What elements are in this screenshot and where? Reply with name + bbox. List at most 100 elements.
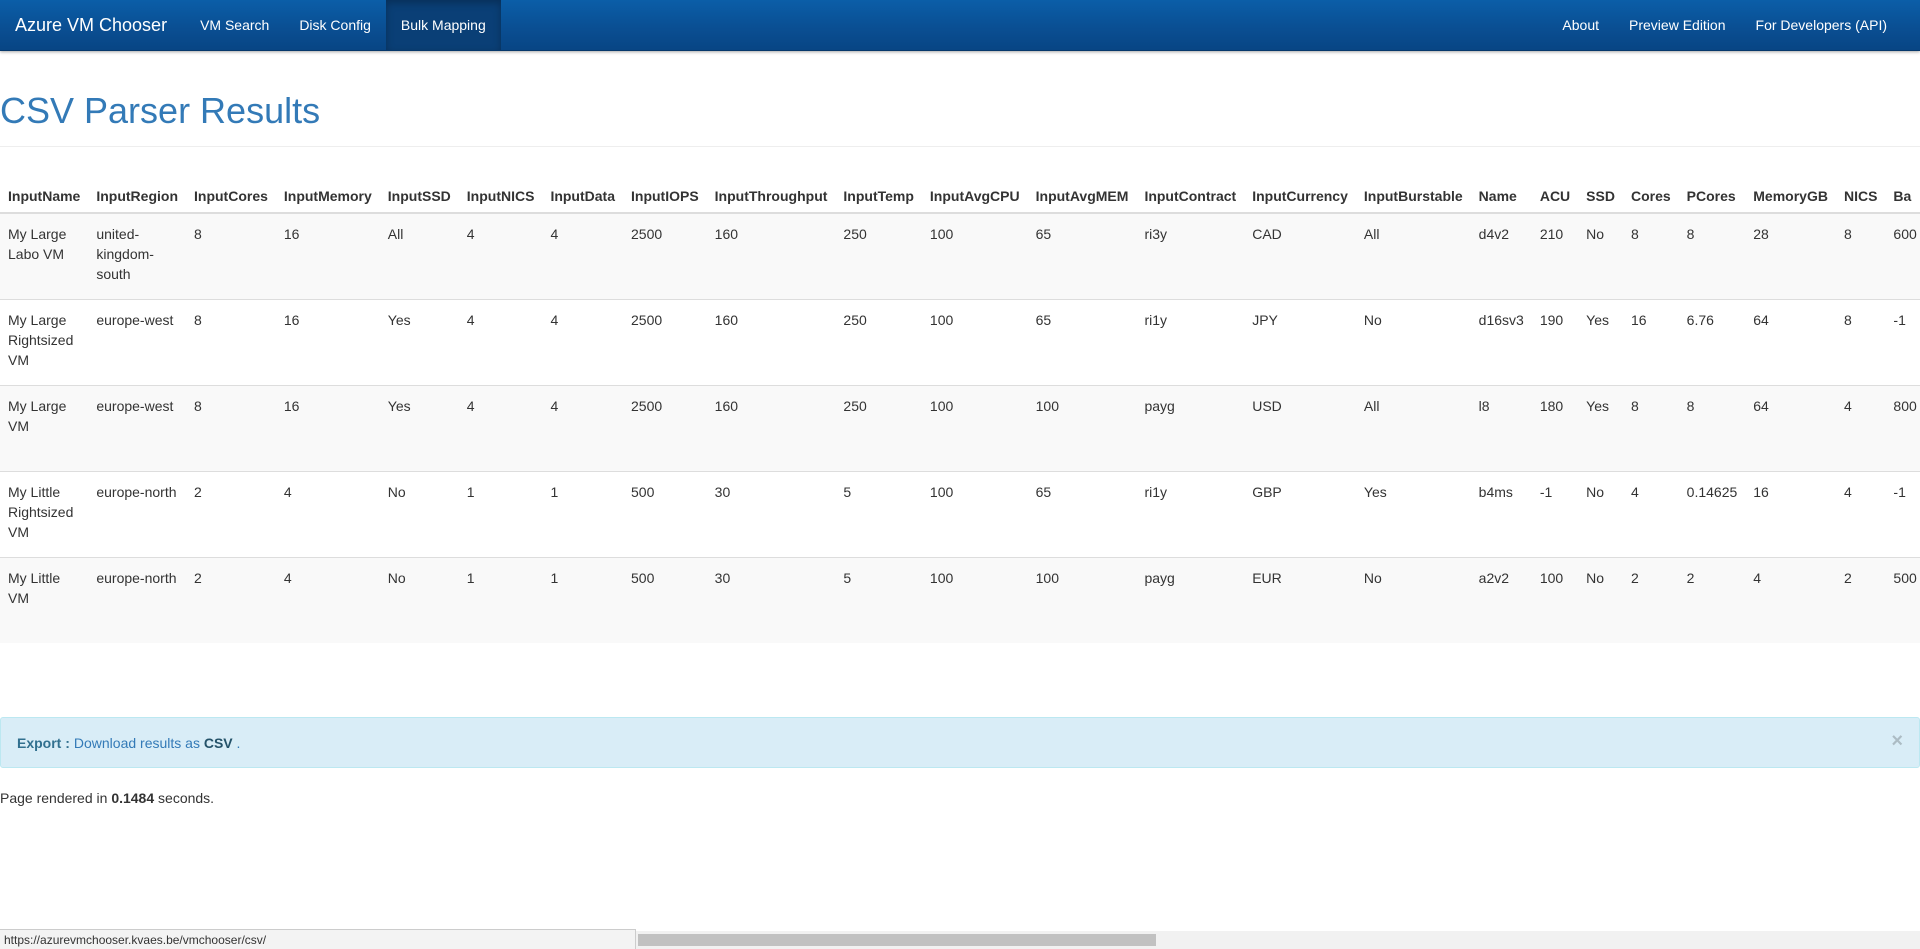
results-table-container: InputName InputRegion InputCores InputMemor… <box>0 175 1920 643</box>
horizontal-scrollbar-thumb[interactable] <box>638 934 1156 946</box>
export-label: Export : <box>17 734 70 751</box>
column-header-inputregion: InputRegion <box>88 175 186 214</box>
table-cell-inputthroughput: 160 <box>706 384 836 471</box>
table-cell-pcores: 8 <box>1678 384 1746 471</box>
table-cell-inputiops: 500 <box>623 556 707 643</box>
table-cell-nics: 4 <box>1835 470 1886 557</box>
nav-item-bulk-mapping[interactable]: Bulk Mapping <box>385 0 501 50</box>
table-cell-nics: 2 <box>1835 556 1886 643</box>
download-link-trailing: . <box>236 734 241 751</box>
table-cell-ba: 800 <box>1885 384 1920 471</box>
table-cell-ssd: Yes <box>1578 298 1623 385</box>
table-cell-ba: 600 <box>1885 212 1920 299</box>
table-cell-ssd: No <box>1578 556 1623 643</box>
nav-left: VM Search Disk Config Bulk Mapping <box>185 0 501 50</box>
table-cell-ssd: Yes <box>1578 384 1623 471</box>
table-cell-inputregion: europe-north <box>88 470 186 557</box>
close-icon[interactable]: × <box>1891 731 1903 751</box>
nav-item-vm-search[interactable]: VM Search <box>185 0 284 50</box>
column-header-inputcurrency: InputCurrency <box>1244 175 1356 214</box>
table-cell-inputavgmem: 100 <box>1027 556 1137 643</box>
table-cell-inputdata: 1 <box>542 470 623 557</box>
table-cell-name: b4ms <box>1470 470 1532 557</box>
table-cell-inputburstable: No <box>1355 298 1471 385</box>
table-row: My Little Rightsized VM europe-north 2 4 No 1… <box>0 470 1920 557</box>
table-cell-inputcores: 2 <box>186 470 276 557</box>
table-cell-inputcontract: payg <box>1136 556 1245 643</box>
table-cell-inputburstable: No <box>1355 556 1471 643</box>
table-cell-pcores: 0.14625 <box>1678 470 1746 557</box>
table-cell-name: l8 <box>1470 384 1532 471</box>
column-header-inputssd: InputSSD <box>379 175 459 214</box>
table-cell-inputcores: 8 <box>186 298 276 385</box>
table-cell-inputmemory: 16 <box>275 298 380 385</box>
table-cell-cores: 4 <box>1622 470 1679 557</box>
table-cell-name: d4v2 <box>1470 212 1532 299</box>
table-cell-inputavgmem: 100 <box>1027 384 1137 471</box>
table-cell-inputavgcpu: 100 <box>921 384 1028 471</box>
nav-item-preview-edition[interactable]: Preview Edition <box>1614 0 1741 50</box>
table-cell-cores: 16 <box>1622 298 1679 385</box>
nav-item-for-developers[interactable]: For Developers (API) <box>1741 0 1902 50</box>
table-cell-inputregion: europe-north <box>88 556 186 643</box>
table-cell-memorygb: 16 <box>1745 470 1836 557</box>
results-table: InputName InputRegion InputCores InputMemor… <box>0 175 1920 643</box>
table-cell-acu: 190 <box>1531 298 1579 385</box>
table-cell-name: a2v2 <box>1470 556 1532 643</box>
table-row: My Little VM europe-north 2 4 No 1 1 500 30 5 100 1… <box>0 556 1920 643</box>
table-cell-inputdata: 4 <box>542 212 623 299</box>
brand-link[interactable]: Azure VM Chooser <box>0 0 185 50</box>
table-cell-acu: -1 <box>1531 470 1579 557</box>
status-bar-url: https://azurevmchooser.kvaes.be/vmchoose… <box>0 929 636 949</box>
download-csv-link[interactable]: Download results as CSV . <box>74 735 241 751</box>
top-navbar: Azure VM Chooser VM Search Disk Config B… <box>0 0 1920 51</box>
column-header-name: Name <box>1470 175 1532 214</box>
nav-item-about[interactable]: About <box>1547 0 1614 50</box>
table-cell-inputthroughput: 160 <box>706 212 836 299</box>
table-cell-acu: 100 <box>1531 556 1579 643</box>
table-cell-inputname: My Large VM <box>0 384 89 471</box>
column-header-memorygb: MemoryGB <box>1745 175 1836 214</box>
table-cell-inputiops: 2500 <box>623 298 707 385</box>
table-cell-inputiops: 500 <box>623 470 707 557</box>
table-cell-inputcontract: ri1y <box>1136 298 1245 385</box>
column-header-cores: Cores <box>1622 175 1679 214</box>
table-cell-inputssd: Yes <box>379 384 459 471</box>
table-cell-acu: 210 <box>1531 212 1579 299</box>
table-cell-inputcores: 8 <box>186 212 276 299</box>
column-header-inputavgmem: InputAvgMEM <box>1027 175 1137 214</box>
table-cell-acu: 180 <box>1531 384 1579 471</box>
table-cell-nics: 4 <box>1835 384 1886 471</box>
table-cell-inputnics: 4 <box>458 298 543 385</box>
table-cell-inputcores: 8 <box>186 384 276 471</box>
table-cell-ssd: No <box>1578 470 1623 557</box>
table-cell-pcores: 8 <box>1678 212 1746 299</box>
column-header-inputthroughput: InputThroughput <box>706 175 836 214</box>
table-cell-inputthroughput: 30 <box>706 556 836 643</box>
render-time-suffix: seconds. <box>158 790 215 806</box>
table-header-row: InputName InputRegion InputCores InputMemor… <box>0 175 1920 214</box>
table-cell-inputcores: 2 <box>186 556 276 643</box>
table-cell-name: d16sv3 <box>1470 298 1532 385</box>
nav-item-disk-config[interactable]: Disk Config <box>284 0 386 50</box>
table-cell-inputmemory: 16 <box>275 212 380 299</box>
table-body: My Large Labo VM united-kingdom-south 8 16 A… <box>0 212 1920 643</box>
table-cell-inputtemp: 250 <box>835 384 922 471</box>
render-time-text: Page rendered in 0.1484 seconds. <box>0 790 214 806</box>
table-cell-inputmemory: 4 <box>275 556 380 643</box>
table-cell-inputname: My Little VM <box>0 556 89 643</box>
render-time-prefix: Page rendered in <box>0 790 108 806</box>
table-cell-ba: 500 <box>1885 556 1920 643</box>
nav-right: About Preview Edition For Developers (AP… <box>1547 0 1902 50</box>
column-header-inputiops: InputIOPS <box>623 175 707 214</box>
table-cell-inputmemory: 16 <box>275 384 380 471</box>
table-cell-inputthroughput: 160 <box>706 298 836 385</box>
table-cell-inputregion: europe-west <box>88 384 186 471</box>
table-cell-inputmemory: 4 <box>275 470 380 557</box>
horizontal-scrollbar[interactable] <box>636 931 1920 949</box>
table-cell-inputnics: 1 <box>458 470 543 557</box>
table-cell-inputavgcpu: 100 <box>921 556 1028 643</box>
table-cell-cores: 2 <box>1622 556 1679 643</box>
table-cell-inputavgmem: 65 <box>1027 212 1137 299</box>
table-cell-inputdata: 1 <box>542 556 623 643</box>
